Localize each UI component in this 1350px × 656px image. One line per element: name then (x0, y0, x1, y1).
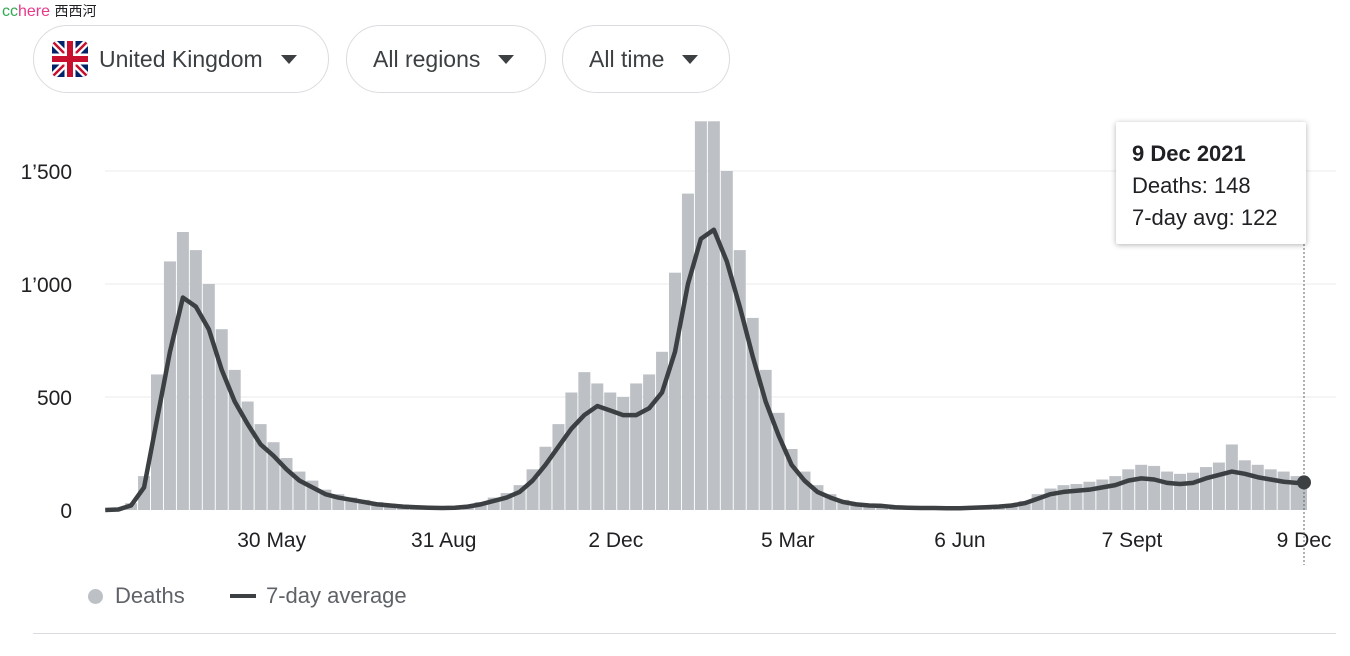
legend-deaths-label: Deaths (115, 583, 185, 608)
deaths-bar (591, 383, 604, 510)
y-tick-label: 1’500 (21, 161, 72, 184)
deaths-bar (1251, 464, 1264, 510)
deaths-bar (176, 232, 189, 510)
deaths-bar (1122, 469, 1135, 510)
deaths-bar (1057, 485, 1070, 510)
avg-line-icon (230, 594, 256, 598)
x-tick-label: 5 Mar (761, 529, 815, 552)
deaths-bar (720, 171, 733, 510)
deaths-bar (643, 374, 656, 510)
deaths-bar (1212, 462, 1225, 510)
tooltip-deaths: Deaths: 148 (1132, 173, 1251, 198)
deaths-bar (1135, 464, 1148, 510)
tooltip-date: 9 Dec 2021 (1132, 141, 1246, 166)
deaths-bar (565, 392, 578, 510)
x-tick-label: 2 Dec (588, 529, 643, 552)
y-tick-label: 1’000 (21, 274, 72, 297)
legend-deaths[interactable]: Deaths (88, 583, 185, 609)
deaths-bar (1096, 479, 1109, 510)
x-tick-label: 6 Jun (934, 529, 985, 552)
deaths-dot-icon (88, 588, 103, 604)
deaths-bar (1174, 473, 1187, 510)
deaths-bar (694, 121, 707, 510)
y-tick-label: 0 (60, 500, 72, 523)
deaths-bar (1238, 460, 1251, 510)
deaths-bar (1161, 471, 1174, 510)
divider (33, 633, 1336, 634)
deaths-bar (630, 383, 643, 510)
deaths-bar (1109, 476, 1122, 510)
deaths-bar (1070, 484, 1083, 510)
hover-point (1297, 475, 1311, 490)
tooltip-avg: 7-day avg: 122 (1132, 205, 1278, 230)
x-tick-label: 31 Aug (411, 529, 476, 552)
deaths-bar (1083, 481, 1096, 510)
tooltip: 9 Dec 2021 Deaths: 148 7-day avg: 122 (1116, 122, 1306, 244)
x-tick-label: 30 May (237, 529, 306, 552)
x-tick-label: 7 Sept (1102, 529, 1163, 552)
deaths-bar (1148, 465, 1161, 510)
deaths-bar (669, 272, 681, 510)
deaths-bar (1187, 472, 1199, 510)
deaths-bar (1277, 471, 1290, 510)
legend-avg[interactable]: 7-day average (230, 583, 407, 609)
deaths-bar (681, 193, 694, 510)
deaths-bar (1225, 444, 1238, 510)
deaths-bar (1199, 467, 1212, 510)
deaths-bar (189, 250, 202, 510)
deaths-chart[interactable]: 0 500 1’000 1’500 30 May 31 Aug 2 Dec 5 Mar 6 Ju… (0, 0, 1350, 580)
deaths-bar (707, 121, 720, 510)
deaths-bar (578, 372, 591, 510)
deaths-bar (1264, 469, 1277, 510)
legend-avg-label: 7-day average (266, 583, 407, 608)
y-tick-label: 500 (37, 387, 72, 410)
